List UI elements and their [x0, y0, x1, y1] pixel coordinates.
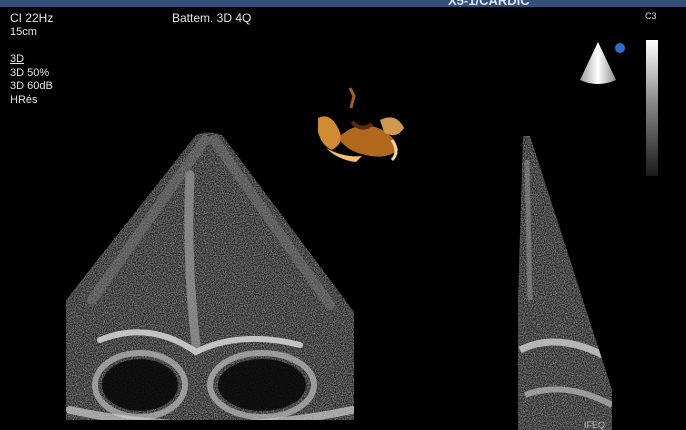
bottom-right-label: IFEQ [584, 420, 606, 430]
3d-volume-render [318, 87, 404, 162]
orthogonal-plane-view [518, 136, 612, 430]
apical-four-chamber-view [66, 132, 354, 420]
ultrasound-image [66, 87, 612, 430]
